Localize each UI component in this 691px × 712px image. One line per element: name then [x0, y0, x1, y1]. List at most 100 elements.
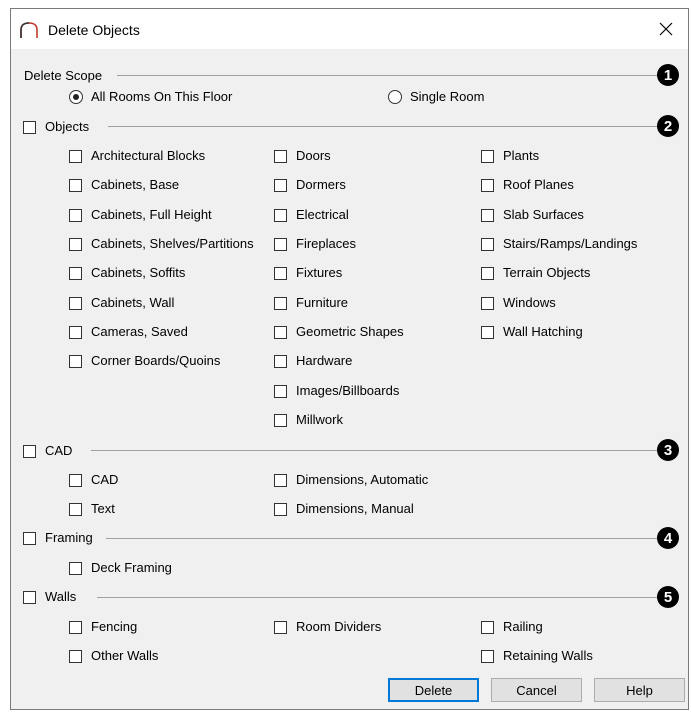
obj-windows-checkbox[interactable] — [481, 297, 494, 310]
obj-slab-surfaces-label: Slab Surfaces — [503, 207, 584, 222]
framing-deck-framing-label: Deck Framing — [91, 560, 172, 575]
obj-geometric-shapes-label: Geometric Shapes — [296, 324, 404, 339]
obj-cabinets-wall-checkbox[interactable] — [69, 297, 82, 310]
obj-cameras-saved-checkbox[interactable] — [69, 326, 82, 339]
obj-slab-surfaces-checkbox[interactable] — [481, 209, 494, 222]
obj-stairs-ramps-label: Stairs/Ramps/Landings — [503, 236, 638, 251]
obj-cabinets-soffits-checkbox[interactable] — [69, 267, 82, 280]
walls-label: Walls — [45, 589, 77, 604]
callout-badge-1: 1 — [657, 64, 679, 86]
obj-fixtures-label: Fixtures — [296, 265, 343, 280]
obj-corner-boards-label: Corner Boards/Quoins — [91, 353, 221, 368]
close-button[interactable] — [644, 9, 688, 49]
obj-hardware-checkbox[interactable] — [274, 355, 287, 368]
framing-divider — [106, 538, 657, 539]
scope-single-room-radio[interactable] — [388, 90, 402, 104]
framing-checkbox[interactable] — [23, 532, 36, 545]
help-button[interactable]: Help — [594, 678, 685, 702]
obj-architectural-blocks-label: Architectural Blocks — [91, 148, 206, 163]
delete-button[interactable]: Delete — [388, 678, 479, 702]
obj-wall-hatching-label: Wall Hatching — [503, 324, 583, 339]
arch-icon — [20, 22, 38, 38]
walls-divider — [97, 597, 657, 598]
cad-cad-label: CAD — [91, 472, 119, 487]
obj-hardware-label: Hardware — [296, 353, 353, 368]
walls-room-dividers-checkbox[interactable] — [274, 621, 287, 634]
scope-all-rooms-label: All Rooms On This Floor — [91, 89, 233, 104]
framing-label: Framing — [45, 530, 93, 545]
cad-dimensions-automatic-checkbox[interactable] — [274, 474, 287, 487]
obj-electrical-checkbox[interactable] — [274, 209, 287, 222]
cad-dimensions-manual-label: Dimensions, Manual — [296, 501, 414, 516]
obj-roof-planes-checkbox[interactable] — [481, 179, 494, 192]
obj-terrain-objects-label: Terrain Objects — [503, 265, 591, 280]
walls-railing-checkbox[interactable] — [481, 621, 494, 634]
obj-windows-label: Windows — [503, 295, 556, 310]
walls-checkbox[interactable] — [23, 591, 36, 604]
scope-all-rooms-radio[interactable] — [69, 90, 83, 104]
callout-badge-4: 4 — [657, 527, 679, 549]
obj-millwork-label: Millwork — [296, 412, 343, 427]
obj-geometric-shapes-checkbox[interactable] — [274, 326, 287, 339]
obj-plants-checkbox[interactable] — [481, 150, 494, 163]
obj-images-billboards-checkbox[interactable] — [274, 385, 287, 398]
objects-checkbox[interactable] — [23, 121, 36, 134]
obj-furniture-checkbox[interactable] — [274, 297, 287, 310]
cad-dimensions-automatic-label: Dimensions, Automatic — [296, 472, 429, 487]
obj-furniture-label: Furniture — [296, 295, 349, 310]
walls-room-dividers-label: Room Dividers — [296, 619, 382, 634]
obj-cabinets-full-height-label: Cabinets, Full Height — [91, 207, 212, 222]
callout-badge-2: 2 — [657, 115, 679, 137]
cad-checkbox[interactable] — [23, 445, 36, 458]
framing-deck-framing-checkbox[interactable] — [69, 562, 82, 575]
obj-fireplaces-label: Fireplaces — [296, 236, 356, 251]
scope-divider — [117, 75, 657, 76]
objects-divider — [108, 126, 657, 127]
dialog-title: Delete Objects — [48, 22, 140, 38]
callout-badge-3: 3 — [657, 439, 679, 461]
cad-text-label: Text — [91, 501, 115, 516]
cancel-button[interactable]: Cancel — [491, 678, 582, 702]
obj-cabinets-base-checkbox[interactable] — [69, 179, 82, 192]
obj-doors-checkbox[interactable] — [274, 150, 287, 163]
title-bar: Delete Objects — [11, 9, 688, 49]
delete-objects-dialog: Delete Objects Delete Scope 1 All Rooms … — [10, 8, 689, 710]
scope-single-room-label: Single Room — [410, 89, 485, 104]
obj-terrain-objects-checkbox[interactable] — [481, 267, 494, 280]
walls-railing-label: Railing — [503, 619, 543, 634]
close-icon — [659, 22, 673, 36]
cad-divider — [91, 450, 657, 451]
cad-cad-checkbox[interactable] — [69, 474, 82, 487]
walls-retaining-walls-label: Retaining Walls — [503, 648, 593, 663]
obj-cabinets-full-height-checkbox[interactable] — [69, 209, 82, 222]
obj-cabinets-shelves-checkbox[interactable] — [69, 238, 82, 251]
obj-wall-hatching-checkbox[interactable] — [481, 326, 494, 339]
obj-cabinets-base-label: Cabinets, Base — [91, 177, 180, 192]
obj-fixtures-checkbox[interactable] — [274, 267, 287, 280]
obj-cameras-saved-label: Cameras, Saved — [91, 324, 188, 339]
objects-label: Objects — [45, 119, 90, 134]
walls-retaining-walls-checkbox[interactable] — [481, 650, 494, 663]
obj-fireplaces-checkbox[interactable] — [274, 238, 287, 251]
obj-cabinets-wall-label: Cabinets, Wall — [91, 295, 175, 310]
walls-fencing-label: Fencing — [91, 619, 138, 634]
obj-plants-label: Plants — [503, 148, 540, 163]
cad-dimensions-manual-checkbox[interactable] — [274, 503, 287, 516]
walls-other-walls-checkbox[interactable] — [69, 650, 82, 663]
walls-fencing-checkbox[interactable] — [69, 621, 82, 634]
obj-images-billboards-label: Images/Billboards — [296, 383, 400, 398]
cad-label: CAD — [45, 443, 73, 458]
cad-text-checkbox[interactable] — [69, 503, 82, 516]
obj-electrical-label: Electrical — [296, 207, 349, 222]
obj-stairs-ramps-checkbox[interactable] — [481, 238, 494, 251]
obj-roof-planes-label: Roof Planes — [503, 177, 574, 192]
obj-millwork-checkbox[interactable] — [274, 414, 287, 427]
obj-doors-label: Doors — [296, 148, 331, 163]
obj-dormers-label: Dormers — [296, 177, 346, 192]
obj-corner-boards-checkbox[interactable] — [69, 355, 82, 368]
delete-scope-label: Delete Scope — [24, 68, 103, 83]
obj-cabinets-soffits-label: Cabinets, Soffits — [91, 265, 186, 280]
obj-cabinets-shelves-label: Cabinets, Shelves/Partitions — [91, 236, 254, 251]
obj-dormers-checkbox[interactable] — [274, 179, 287, 192]
obj-architectural-blocks-checkbox[interactable] — [69, 150, 82, 163]
